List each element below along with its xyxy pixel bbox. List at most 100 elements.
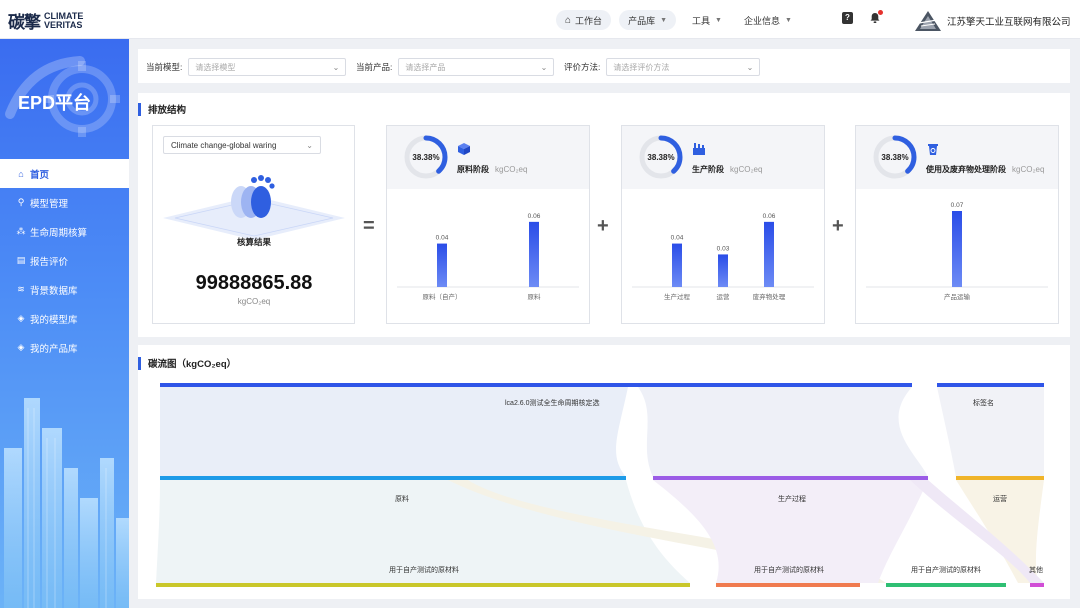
sankey-node-label: 原料	[395, 496, 409, 503]
sankey-node[interactable]	[716, 583, 860, 587]
bar[interactable]	[952, 211, 962, 287]
bar[interactable]	[718, 254, 728, 287]
chevron-down-icon: ⌄	[540, 62, 548, 72]
stage-name: 生产阶段 kgCO₂eq	[692, 165, 763, 174]
bar-value-label: 0.07	[951, 202, 964, 209]
result-unit: kgCO₂eq	[237, 297, 271, 306]
bar-value-label: 0.04	[671, 235, 684, 242]
method-select-placeholder: 请选择评价方法	[613, 62, 670, 72]
impact-category-select[interactable]: Climate change-global waring ⌄	[163, 136, 321, 154]
chevron-down-icon: ⌄	[746, 62, 754, 72]
nav-product-library[interactable]: 产品库 ▼	[619, 10, 677, 30]
chevron-down-icon: ⌄	[332, 62, 340, 72]
sankey-node[interactable]	[653, 476, 928, 480]
sankey-node-label: 用于自产测试的原材料	[911, 567, 981, 574]
sidebar-brand: EPD平台	[0, 39, 129, 155]
nav-company-info-label: 企业信息	[743, 15, 780, 26]
logo[interactable]: 碳擎 CLIMATE VERITAS	[8, 8, 83, 33]
help-icon[interactable]: ?	[842, 12, 853, 24]
sankey-node-label: 标签名	[973, 400, 994, 407]
stage-card-production: 38.38% 生产阶段 kgCO₂eq 0.04 生产过程 0.03 运营 0.06 废弃物…	[621, 125, 825, 324]
sidebar-item-label: 模型管理	[30, 198, 69, 210]
sidebar-item-label: 报告评价	[30, 256, 69, 268]
bar-category-label: 生产过程	[664, 292, 691, 301]
chevron-down-icon: ▼	[715, 16, 722, 24]
sidebar-menu: ⌂ 首页 ⚲ 模型管理 ⁂ 生命周期核算 ▤ 报告评价 ≋ 背景数据库 ◈ 我的…	[0, 159, 129, 362]
sankey-node[interactable]	[156, 583, 690, 587]
company-switcher[interactable]: 江苏擎天工业互联网有限公司	[914, 10, 1071, 32]
nav-product-library-label: 产品库	[628, 15, 656, 26]
stage-name: 原料阶段 kgCO₂eq	[457, 165, 528, 174]
product-select[interactable]: 请选择产品 ⌄	[398, 58, 555, 76]
sidebar-item-home[interactable]: ⌂ 首页	[0, 159, 129, 188]
bar[interactable]	[764, 221, 774, 287]
chevron-down-icon: ▼	[784, 16, 792, 24]
sankey-node-label: 用于自产测试的原材料	[389, 567, 459, 574]
sankey-node[interactable]	[160, 476, 626, 480]
city-illustration	[4, 398, 129, 608]
notification-dot	[878, 10, 883, 15]
bar[interactable]	[529, 221, 539, 287]
sankey-node-label: 用于自产测试的原材料	[754, 567, 824, 574]
chevron-down-icon: ▼	[660, 16, 668, 24]
nav-workbench-label: 工作台	[575, 15, 603, 26]
recycle-bin-icon	[928, 144, 938, 155]
stage-name: 使用及废弃物处理阶段 kgCO₂eq	[926, 165, 1045, 174]
sankey-node[interactable]	[937, 383, 1044, 387]
sankey-node-label: 其他	[1029, 567, 1043, 574]
bar-value-label: 0.06	[528, 213, 541, 220]
footprint-illustration-icon	[163, 175, 345, 240]
sankey-node[interactable]	[1030, 583, 1044, 587]
bell-icon[interactable]	[869, 10, 883, 24]
filter-product-label: 当前产品:	[356, 62, 393, 72]
bar-value-label: 0.06	[763, 213, 776, 220]
sankey-node[interactable]	[160, 383, 912, 387]
bar[interactable]	[672, 243, 682, 287]
sankey-chart	[156, 383, 1044, 587]
sankey-node-label: 运营	[993, 496, 1007, 503]
sidebar-item-my-models[interactable]: ◈ 我的模型库	[0, 304, 129, 333]
bar-category-label: 原料	[528, 292, 542, 301]
sidebar-item-lifecycle[interactable]: ⁂ 生命周期核算	[0, 217, 129, 246]
filter-model: 当前模型: 请选择模型 ⌄	[146, 58, 347, 76]
company-name: 江苏擎天工业互联网有限公司	[947, 17, 1071, 28]
emission-section-title: 排放结构	[138, 102, 186, 116]
stage-percent: 38.38%	[412, 152, 440, 162]
logo-cn: 碳擎	[8, 13, 41, 33]
sidebar-item-my-products[interactable]: ◈ 我的产品库	[0, 333, 129, 362]
carbon-flow-panel: 碳流图（kgCO₂eq） lca2.6.0测试全生命周期核定选 标签名 原料 生…	[138, 345, 1070, 599]
cube-icon: ◈	[17, 313, 25, 323]
platform-title: EPD平台	[18, 93, 92, 113]
bar-category-label: 废弃物处理	[753, 292, 786, 301]
sidebar: EPD平台 ⌂ 首页 ⚲ 模型管理 ⁂ 生命周期核算 ▤ 报告评价 ≋ 背景数据…	[0, 39, 129, 608]
model-icon: ⚲	[17, 197, 25, 207]
nav-company-info[interactable]: 企业信息 ▼	[736, 10, 800, 30]
sidebar-item-report[interactable]: ▤ 报告评价	[0, 246, 129, 275]
cube-icon: ◈	[17, 342, 25, 352]
filter-bar: 当前模型: 请选择模型 ⌄ 当前产品: 请选择产品 ⌄ 评价方法: 请选择评价方…	[138, 49, 1070, 83]
sankey-node[interactable]	[956, 476, 1044, 480]
stage-bar-chart: 0.04 原料（自产） 0.06 原料	[397, 213, 579, 301]
sidebar-item-label: 我的模型库	[30, 314, 78, 326]
sidebar-item-database[interactable]: ≋ 背景数据库	[0, 275, 129, 304]
home-icon: ⌂	[565, 14, 572, 26]
method-select[interactable]: 请选择评价方法 ⌄	[606, 58, 761, 76]
bar-value-label: 0.03	[717, 245, 730, 252]
stage-header: 38.38% 生产阶段 kgCO₂eq	[622, 126, 824, 189]
sankey-node[interactable]	[886, 583, 1006, 587]
model-select[interactable]: 请选择模型 ⌄	[188, 58, 347, 76]
top-nav: ⌂ 工作台 产品库 ▼ 工具 ▼ 企业信息 ▼	[556, 10, 806, 30]
nav-workbench[interactable]: ⌂ 工作台	[556, 10, 612, 30]
result-label: 核算结果	[236, 237, 271, 247]
sidebar-item-label: 首页	[30, 169, 50, 181]
sidebar-item-label: 生命周期核算	[30, 227, 88, 239]
bar-category-label: 原料（自产）	[423, 292, 462, 301]
model-select-placeholder: 请选择模型	[195, 62, 236, 72]
sidebar-item-model-management[interactable]: ⚲ 模型管理	[0, 188, 129, 217]
plus-sign: +	[597, 215, 609, 237]
stage-header: 38.38% 使用及废弃物处理阶段 kgCO₂eq	[856, 126, 1058, 189]
nav-tools[interactable]: 工具 ▼	[684, 10, 730, 30]
sankey-node-label: 生产过程	[778, 496, 806, 503]
bar[interactable]	[437, 243, 447, 287]
product-select-placeholder: 请选择产品	[405, 62, 446, 72]
